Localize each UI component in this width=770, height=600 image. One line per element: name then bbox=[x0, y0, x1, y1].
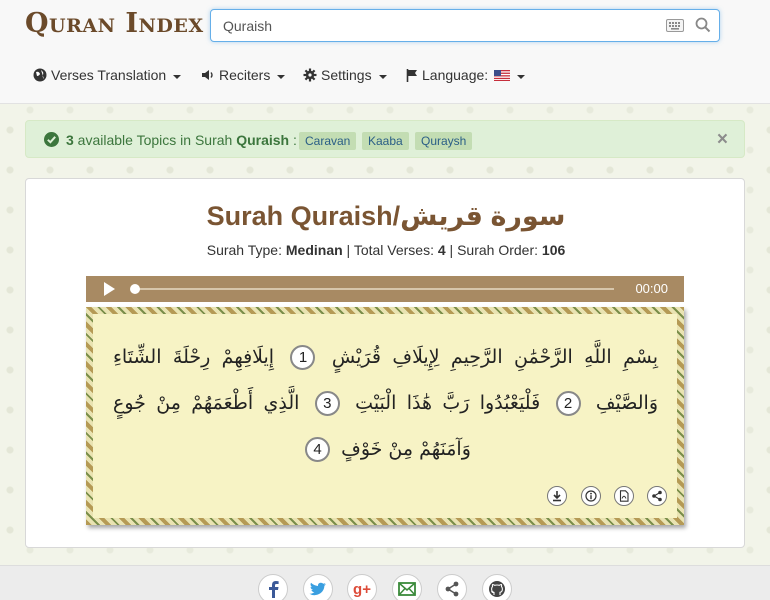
google-plus-icon: g+ bbox=[353, 580, 371, 598]
surah-order-label: | Surah Order: bbox=[445, 242, 542, 258]
site-logo[interactable]: Quran Index bbox=[25, 8, 204, 44]
audio-progress-knob[interactable] bbox=[130, 284, 140, 294]
verses-translation-menu[interactable]: Verses Translation bbox=[33, 66, 182, 84]
verse-number-1[interactable]: 1 bbox=[290, 345, 316, 370]
caret-down-icon bbox=[517, 74, 526, 79]
pdf-icon bbox=[619, 490, 629, 502]
topic-tag-caravan[interactable]: Caravan bbox=[299, 132, 357, 150]
check-circle-icon bbox=[44, 132, 59, 147]
keyboard-icon[interactable] bbox=[666, 19, 684, 32]
surah-type-value: Medinan bbox=[285, 242, 343, 258]
download-icon bbox=[553, 491, 561, 502]
surah-card: Surah Quraish/سورة قريش Surah Type: Medi… bbox=[25, 178, 745, 548]
topics-alert: 3 available Topics in Surah Quraish : Ca… bbox=[25, 120, 745, 158]
navbar: Quran Index Verses Translation Reciters bbox=[0, 0, 770, 104]
gear-icon bbox=[303, 68, 317, 82]
audio-time: 00:00 bbox=[635, 281, 668, 296]
reciters-label: Reciters bbox=[219, 67, 271, 83]
share-icon bbox=[445, 581, 459, 597]
social-footer: g+ bbox=[0, 565, 770, 600]
topic-count: 3 bbox=[66, 132, 74, 148]
settings-menu[interactable]: Settings bbox=[303, 66, 387, 84]
surah-order-value: 106 bbox=[541, 242, 566, 258]
surah-title: Surah Quraish/سورة قريش bbox=[206, 201, 566, 231]
alert-surah-name: Quraish bbox=[236, 132, 290, 148]
verse-number-3[interactable]: 3 bbox=[314, 391, 340, 416]
caret-down-icon bbox=[173, 74, 182, 79]
alert-separator: : bbox=[289, 132, 297, 148]
twitter-icon bbox=[309, 582, 326, 595]
facebook-share-button[interactable] bbox=[258, 574, 288, 600]
caret-down-icon bbox=[277, 74, 286, 79]
language-menu[interactable]: Language: bbox=[406, 66, 526, 84]
us-flag-icon bbox=[494, 69, 511, 81]
share-more-button[interactable] bbox=[437, 574, 467, 600]
share-button[interactable] bbox=[647, 486, 667, 506]
verses-translation-label: Verses Translation bbox=[51, 67, 167, 83]
google-plus-share-button[interactable]: g+ bbox=[347, 574, 377, 600]
settings-label: Settings bbox=[321, 67, 372, 83]
total-verses-value: 4 bbox=[437, 242, 446, 258]
envelope-icon bbox=[398, 582, 416, 596]
alert-close-button[interactable]: × bbox=[717, 130, 728, 150]
reciters-menu[interactable]: Reciters bbox=[201, 66, 286, 84]
topic-tag-quraysh[interactable]: Quraysh bbox=[415, 132, 473, 150]
total-verses-label: | Total Verses: bbox=[342, 242, 438, 258]
twitter-share-button[interactable] bbox=[303, 574, 333, 600]
info-button[interactable] bbox=[581, 486, 601, 506]
alert-text: available Topics in Surah bbox=[73, 132, 237, 148]
search-icon[interactable] bbox=[695, 17, 711, 33]
download-button[interactable] bbox=[547, 486, 567, 506]
github-button[interactable] bbox=[482, 574, 512, 600]
verse-number-2[interactable]: 2 bbox=[555, 391, 581, 416]
verses-panel: بِسْمِ اللَّهِ الرَّحْمَٰنِ الرَّحِيمِ ل… bbox=[86, 307, 684, 525]
play-icon[interactable] bbox=[104, 282, 115, 296]
language-label: Language: bbox=[422, 67, 489, 83]
info-icon bbox=[585, 490, 597, 502]
pdf-button[interactable] bbox=[614, 486, 634, 506]
flag-icon bbox=[406, 68, 417, 82]
github-icon bbox=[489, 581, 505, 597]
verse-text-1: بِسْمِ اللَّهِ الرَّحْمَٰنِ الرَّحِيمِ ل… bbox=[331, 346, 658, 368]
audio-progress-track[interactable] bbox=[134, 288, 614, 290]
volume-icon bbox=[202, 70, 213, 80]
email-share-button[interactable] bbox=[392, 574, 422, 600]
audio-player: 00:00 bbox=[86, 276, 684, 302]
facebook-icon bbox=[269, 581, 279, 598]
surah-type-label: Surah Type: bbox=[206, 242, 286, 258]
surah-meta: Surah Type: Medinan | Total Verses: 4 | … bbox=[26, 242, 746, 258]
globe-icon bbox=[33, 68, 47, 82]
search-box[interactable] bbox=[210, 9, 720, 42]
verse-number-4[interactable]: 4 bbox=[305, 437, 331, 462]
search-input[interactable] bbox=[223, 17, 653, 35]
verses-text: بِسْمِ اللَّهِ الرَّحْمَٰنِ الرَّحِيمِ ل… bbox=[113, 334, 658, 472]
verse-text-3: فَلْيَعْبُدُوا رَبَّ هَٰذَا الْبَيْتِ bbox=[355, 392, 541, 414]
topic-tag-kaaba[interactable]: Kaaba bbox=[362, 132, 409, 150]
alert-message: 3 available Topics in Surah Quraish : bbox=[66, 132, 297, 148]
share-icon bbox=[652, 490, 662, 502]
caret-down-icon bbox=[378, 74, 387, 79]
